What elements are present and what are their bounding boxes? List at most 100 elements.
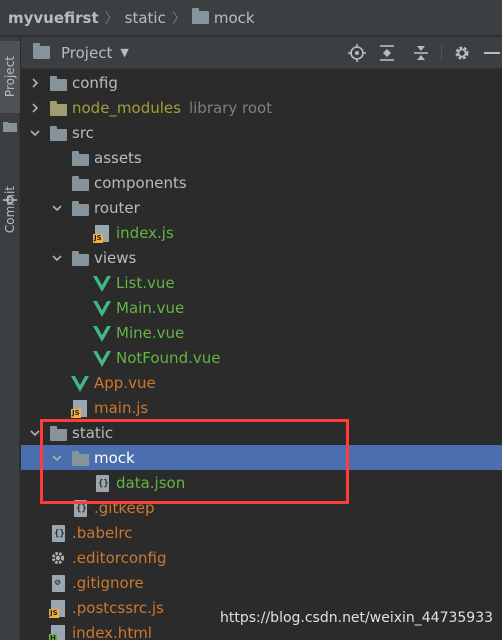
json-file-icon: {} xyxy=(71,499,89,517)
collapse-all-icon[interactable] xyxy=(411,43,431,63)
js-file-icon xyxy=(93,224,111,243)
tree-row[interactable]: App.vue xyxy=(21,370,502,395)
project-folder-icon xyxy=(33,43,50,59)
vue-icon xyxy=(93,324,111,342)
tree-row[interactable]: {} .gitkeep xyxy=(21,495,502,520)
tab-project[interactable]: Project xyxy=(0,41,20,113)
chevron-right-icon[interactable] xyxy=(27,100,43,116)
chevron-down-icon[interactable] xyxy=(27,425,43,441)
gear-icon xyxy=(49,549,67,567)
divider xyxy=(441,45,442,61)
tree-item-suffix: library root xyxy=(188,98,273,117)
tree-row[interactable]: config xyxy=(21,70,502,95)
js-file-icon xyxy=(49,599,67,618)
folder-icon xyxy=(71,149,89,167)
tree-item-label: static xyxy=(72,423,114,442)
folder-icon xyxy=(49,99,67,117)
chevron-right-icon[interactable] xyxy=(27,75,43,91)
vue-icon xyxy=(71,374,89,392)
tree-row[interactable]: node_modules library root xyxy=(21,95,502,120)
vue-icon xyxy=(93,299,111,317)
breadcrumb-mock[interactable]: mock xyxy=(214,9,255,27)
folder-icon xyxy=(71,449,89,467)
tree-item-label: .babelrc xyxy=(72,523,133,542)
folder-icon xyxy=(71,199,89,217)
gear-icon[interactable] xyxy=(452,43,472,63)
tree-item-label: src xyxy=(72,123,94,142)
tree-item-label: views xyxy=(94,248,137,267)
tree-row[interactable]: assets xyxy=(21,145,502,170)
chevron-down-icon[interactable] xyxy=(27,125,43,141)
chevron-down-icon[interactable] xyxy=(49,250,65,266)
watermark: https://blog.csdn.net/weixin_44735933 xyxy=(220,610,494,626)
vue-icon xyxy=(93,274,111,292)
folder-icon xyxy=(191,8,209,24)
tree-item-label: router xyxy=(94,198,140,217)
expand-all-icon[interactable] xyxy=(377,43,397,63)
tree-row[interactable]: Main.vue xyxy=(21,295,502,320)
folder-icon xyxy=(3,117,17,132)
html-file-icon xyxy=(49,624,67,640)
tree-row[interactable]: {} .babelrc xyxy=(21,520,502,545)
breadcrumb-separator-icon: 〉 xyxy=(104,10,119,27)
commit-icon xyxy=(3,191,17,204)
tree-item-label: assets xyxy=(94,148,142,167)
folder-icon xyxy=(49,124,67,142)
tree-row[interactable]: static xyxy=(21,420,502,445)
tree-row[interactable]: src xyxy=(21,120,502,145)
project-panel-header: Project ▼ xyxy=(21,37,502,69)
tree-row[interactable]: main.js xyxy=(21,395,502,420)
tree-row[interactable]: views xyxy=(21,245,502,270)
tree-row[interactable]: index.js xyxy=(21,220,502,245)
tree-item-label: App.vue xyxy=(94,373,156,392)
json-file-icon: {} xyxy=(49,524,67,542)
hide-icon[interactable] xyxy=(482,43,502,63)
tree-row[interactable]: mock xyxy=(21,445,502,470)
tool-window-strip: Project Commit xyxy=(0,37,20,640)
folder-icon xyxy=(49,424,67,442)
tree-row[interactable]: ⊘ .gitignore xyxy=(21,570,502,595)
tree-item-label: node_modules xyxy=(72,98,181,117)
tree-item-label: .editorconfig xyxy=(72,548,167,567)
tree-row[interactable]: List.vue xyxy=(21,270,502,295)
tree-row[interactable]: {} data.json xyxy=(21,470,502,495)
locate-icon[interactable] xyxy=(347,43,367,63)
tree-item-label: .postcssrc.js xyxy=(72,598,164,617)
folder-icon xyxy=(71,249,89,267)
vue-icon xyxy=(93,349,111,367)
project-tree[interactable]: config node_modules library root src assets c… xyxy=(21,70,502,640)
tree-item-label: Mine.vue xyxy=(116,323,185,342)
tree-item-label: components xyxy=(94,173,187,192)
tree-row[interactable]: NotFound.vue xyxy=(21,345,502,370)
folder-icon xyxy=(71,174,89,192)
tree-item-label: data.json xyxy=(116,473,186,492)
tree-item-label: mock xyxy=(94,448,135,467)
json-file-icon: {} xyxy=(93,474,111,492)
tree-item-label: List.vue xyxy=(116,273,175,292)
tree-item-label: .gitignore xyxy=(72,573,144,592)
tree-item-label: index.js xyxy=(116,223,174,242)
panel-title[interactable]: Project xyxy=(61,44,112,62)
tree-row[interactable]: .editorconfig xyxy=(21,545,502,570)
tree-row[interactable]: Mine.vue xyxy=(21,320,502,345)
chevron-down-icon[interactable] xyxy=(49,200,65,216)
tree-row[interactable]: components xyxy=(21,170,502,195)
breadcrumb-project[interactable]: myvuefirst xyxy=(8,9,99,27)
tree-item-label: main.js xyxy=(94,398,149,417)
tree-row[interactable]: router xyxy=(21,195,502,220)
breadcrumb-static[interactable]: static xyxy=(125,9,166,27)
tab-commit[interactable]: Commit xyxy=(0,165,20,255)
chevron-down-icon[interactable]: ▼ xyxy=(120,46,128,59)
chevron-down-icon[interactable] xyxy=(49,450,65,466)
tree-item-label: .gitkeep xyxy=(94,498,155,517)
